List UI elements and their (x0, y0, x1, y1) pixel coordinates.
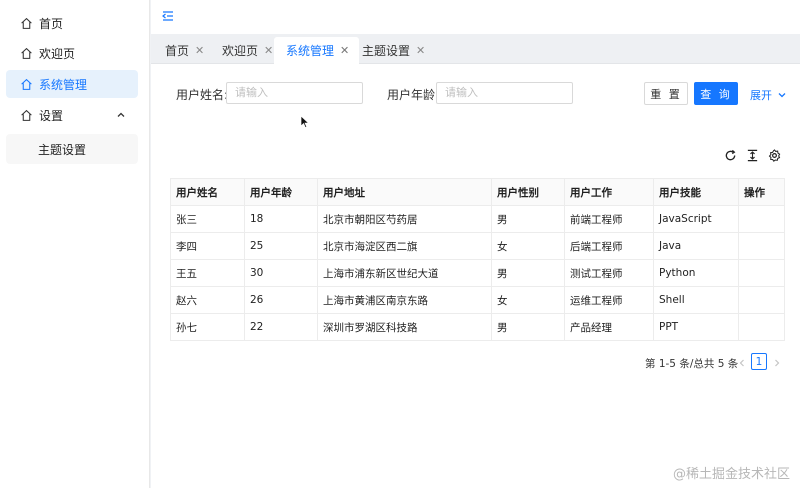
sidebar: 首页 欢迎页 系统管理 设置 主题设置 (0, 0, 150, 488)
home-icon (20, 78, 33, 91)
chevron-right-icon[interactable] (772, 357, 782, 367)
table-cell: 赵六 (170, 286, 245, 314)
sidebar-item-home[interactable]: 首页 (6, 9, 138, 37)
chevron-down-icon (778, 93, 786, 98)
tab-label: 首页 (165, 44, 190, 58)
column-header-job[interactable]: 用户工作 (564, 178, 654, 206)
expand-button[interactable]: 展开 (750, 87, 787, 103)
table-row[interactable]: 孙七 22 深圳市罗湖区科技路 男 产品经理 PPT (170, 313, 785, 341)
table-cell: 30 (244, 259, 318, 287)
table-cell: 王五 (170, 259, 245, 287)
expand-label: 展开 (750, 89, 772, 102)
column-header-address[interactable]: 用户地址 (317, 178, 492, 206)
sidebar-item-label: 首页 (39, 16, 64, 31)
user-table: 用户姓名 用户年龄 用户地址 用户性别 用户工作 用户技能 操作 张三 18 北… (170, 178, 785, 341)
query-button[interactable]: 查 询 (694, 82, 738, 105)
table-cell: 上海市浦东新区世纪大道 (317, 259, 492, 287)
column-height-icon[interactable] (746, 149, 759, 162)
table-cell: 李四 (170, 232, 245, 260)
table-row[interactable]: 张三 18 北京市朝阳区芍药居 男 前端工程师 JavaScript (170, 205, 785, 233)
table-cell: Shell (653, 286, 739, 314)
table-cell-action (738, 313, 785, 341)
close-icon[interactable]: ✕ (416, 44, 425, 57)
table-cell: 测试工程师 (564, 259, 654, 287)
tab-system-management[interactable]: 系统管理 ✕ (274, 37, 360, 64)
user-age-label: 用户年龄: (387, 88, 440, 102)
sidebar-item-label: 欢迎页 (39, 46, 76, 61)
close-icon[interactable]: ✕ (340, 44, 349, 57)
home-icon (20, 17, 33, 30)
tab-theme-settings[interactable]: 主题设置 ✕ (350, 37, 435, 64)
close-icon[interactable]: ✕ (195, 44, 204, 57)
table-cell: 深圳市罗湖区科技路 (317, 313, 492, 341)
reset-button[interactable]: 重 置 (644, 82, 688, 105)
table-cell: Python (653, 259, 739, 287)
table-cell: 男 (491, 259, 565, 287)
table-cell: 18 (244, 205, 318, 233)
tab-home[interactable]: 首页 ✕ (153, 37, 214, 64)
sidebar-item-system-management[interactable]: 系统管理 (6, 70, 138, 98)
table-row[interactable]: 王五 30 上海市浦东新区世纪大道 男 测试工程师 Python (170, 259, 785, 287)
column-header-gender[interactable]: 用户性别 (491, 178, 565, 206)
table-cell: 张三 (170, 205, 245, 233)
column-header-name[interactable]: 用户姓名 (170, 178, 245, 206)
tab-welcome[interactable]: 欢迎页 ✕ (210, 37, 283, 64)
watermark: @稀土掘金技术社区 (672, 467, 790, 482)
pagination-summary: 第 1-5 条/总共 5 条 (645, 358, 739, 370)
table-cell: 女 (491, 286, 565, 314)
table-cell-action (738, 232, 785, 260)
reload-icon[interactable] (724, 149, 737, 162)
sidebar-item-label: 设置 (39, 108, 64, 123)
table-cell: PPT (653, 313, 739, 341)
table-cell: 男 (491, 205, 565, 233)
tab-label: 主题设置 (362, 44, 411, 58)
table-cell: 后端工程师 (564, 232, 654, 260)
column-header-age[interactable]: 用户年龄 (244, 178, 318, 206)
table-header-row: 用户姓名 用户年龄 用户地址 用户性别 用户工作 用户技能 操作 (170, 178, 785, 206)
table-cell: 女 (491, 232, 565, 260)
table-cell-action (738, 259, 785, 287)
table-cell: 前端工程师 (564, 205, 654, 233)
user-name-label: 用户姓名: (176, 88, 229, 102)
table-cell: 产品经理 (564, 313, 654, 341)
table-cell: 孙七 (170, 313, 245, 341)
user-name-input[interactable]: 请输入 (226, 82, 363, 104)
chevron-left-icon[interactable] (737, 357, 747, 367)
home-icon (20, 47, 33, 60)
table-cell: 25 (244, 232, 318, 260)
column-header-skill[interactable]: 用户技能 (653, 178, 739, 206)
table-cell: 上海市黄浦区南京东路 (317, 286, 492, 314)
tab-label: 欢迎页 (222, 44, 259, 58)
chevron-up-icon (116, 109, 126, 119)
home-icon (20, 109, 33, 122)
sidebar-subitem-label: 主题设置 (38, 142, 87, 157)
mouse-cursor-icon (300, 115, 310, 129)
table-cell-action (738, 286, 785, 314)
table-cell: 男 (491, 313, 565, 341)
tab-bar: 首页 ✕ 欢迎页 ✕ 系统管理 ✕ 主题设置 ✕ (151, 34, 800, 64)
sidebar-item-label: 系统管理 (39, 77, 88, 92)
sidebar-item-settings[interactable]: 设置 (6, 101, 138, 129)
menu-fold-icon[interactable] (161, 9, 175, 23)
sidebar-subitem-theme-settings[interactable]: 主题设置 (6, 134, 138, 164)
close-icon[interactable]: ✕ (264, 44, 273, 57)
top-header (151, 0, 800, 34)
sidebar-item-welcome[interactable]: 欢迎页 (6, 39, 138, 67)
table-cell-action (738, 205, 785, 233)
table-cell: 22 (244, 313, 318, 341)
table-cell: 运维工程师 (564, 286, 654, 314)
tab-label: 系统管理 (286, 44, 335, 58)
table-row[interactable]: 李四 25 北京市海淀区西二旗 女 后端工程师 Java (170, 232, 785, 260)
table-cell: Java (653, 232, 739, 260)
table-cell: 26 (244, 286, 318, 314)
table-row[interactable]: 赵六 26 上海市黄浦区南京东路 女 运维工程师 Shell (170, 286, 785, 314)
setting-icon[interactable] (768, 149, 781, 162)
table-cell: 北京市朝阳区芍药居 (317, 205, 492, 233)
column-header-action: 操作 (738, 178, 785, 206)
user-age-input[interactable]: 请输入 (436, 82, 573, 104)
table-cell: 北京市海淀区西二旗 (317, 232, 492, 260)
table-cell: JavaScript (653, 205, 739, 233)
pagination-page-1[interactable]: 1 (751, 353, 767, 370)
